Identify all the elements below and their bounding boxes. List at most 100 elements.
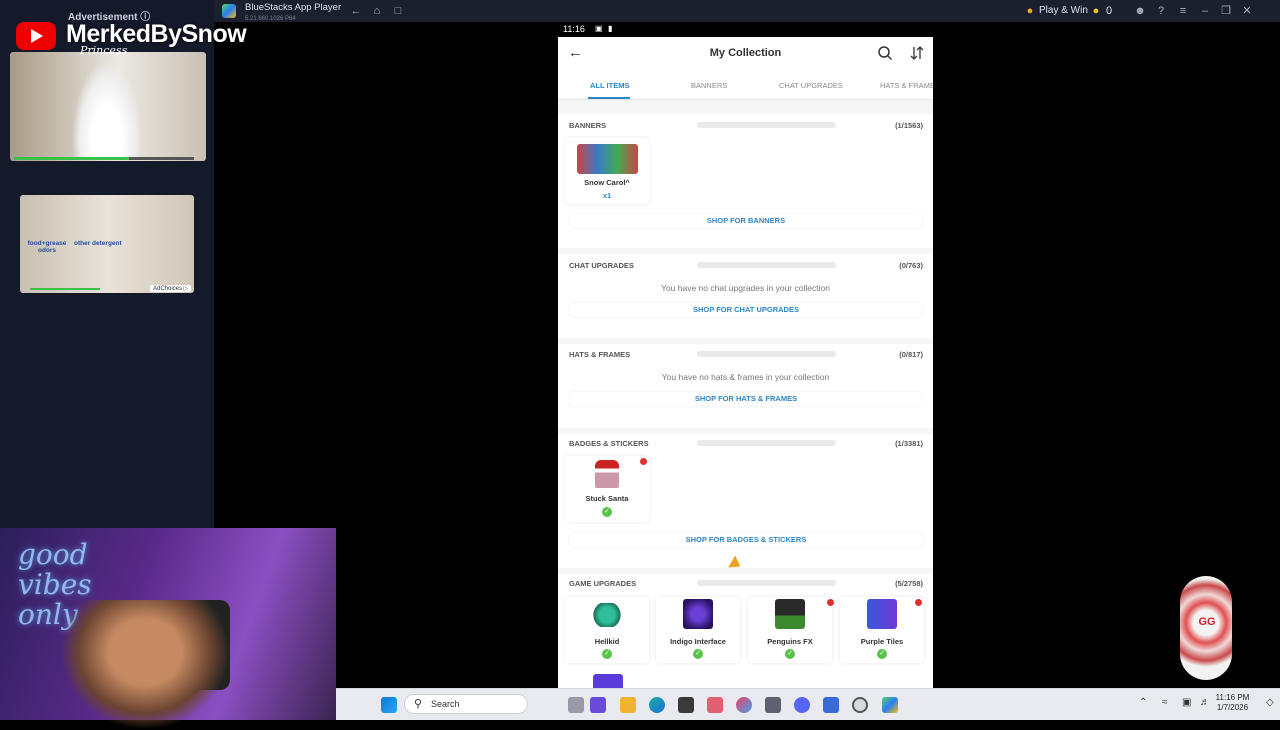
app-icon-2[interactable]	[736, 697, 752, 713]
notepad-icon[interactable]	[823, 697, 839, 713]
poker-chip-overlay	[1180, 576, 1232, 680]
owned-check-icon: ✓	[785, 649, 795, 659]
phone-screen: ← My Collection ALL ITEMS BANNERS CHAT U…	[558, 37, 933, 688]
tab-hats-frames[interactable]: HATS & FRAMES	[880, 81, 933, 90]
shop-banners-button[interactable]: SHOP FOR BANNERS	[569, 214, 923, 228]
bluestacks-taskbar-icon[interactable]	[882, 697, 898, 713]
help-icon[interactable]: ?	[1153, 3, 1169, 19]
search-icon[interactable]	[877, 45, 893, 61]
item-stuck-santa[interactable]: Stuck Santa ✓	[565, 456, 649, 522]
empty-message: You have no chat upgrades in your collec…	[661, 283, 830, 293]
restore-icon[interactable]: ❐	[1218, 3, 1234, 19]
close-icon[interactable]: ✕	[1239, 3, 1255, 19]
task-view-icon[interactable]	[568, 697, 584, 713]
section-count: (0/817)	[899, 350, 923, 359]
section-hats-frames: HATS & FRAMES (0/817) You have no hats &…	[558, 344, 933, 428]
edge-icon[interactable]	[649, 697, 665, 713]
section-title: CHAT UPGRADES	[569, 261, 634, 270]
shop-badges-stickers-button[interactable]: SHOP FOR BADGES & STICKERS	[569, 533, 923, 547]
progress-bar	[697, 440, 836, 446]
item-penguins-fx[interactable]: Penguins FX ✓	[748, 597, 834, 663]
bluestacks-titlebar: BlueStacks App Player 5.21.660.1026 P64 …	[214, 0, 1280, 22]
lock-icon: ▮	[608, 24, 613, 33]
taskbar-clock[interactable]: 11:16 PM 1/7/2026	[1210, 693, 1255, 713]
partial-item-thumbnail[interactable]	[593, 674, 623, 688]
section-banners: BANNERS (1/1563) Snow Carol^ x1 SHOP FOR…	[558, 114, 933, 248]
progress-bar	[697, 351, 836, 357]
discord-icon[interactable]	[794, 697, 810, 713]
play-win-icon: ●	[1026, 5, 1034, 17]
ad-video-1[interactable]	[10, 52, 206, 161]
adchoices-link[interactable]: AdChoices ▷	[150, 285, 192, 292]
settings-icon[interactable]	[765, 697, 781, 713]
new-badge-dot	[827, 599, 834, 606]
streamer	[60, 600, 230, 730]
obs-icon[interactable]	[852, 697, 868, 713]
notifications-icon[interactable]: ◇	[1266, 697, 1274, 708]
taskbar-search[interactable]: Search	[404, 694, 528, 714]
start-icon[interactable]	[381, 697, 397, 713]
progress-bar	[697, 262, 836, 268]
section-count: (1/1563)	[895, 121, 923, 130]
banner-thumbnail	[577, 144, 638, 174]
widgets-icon[interactable]	[590, 697, 606, 713]
section-chat-upgrades: CHAT UPGRADES (0/763) You have no chat u…	[558, 254, 933, 338]
chip-text: GG	[1198, 616, 1216, 628]
empty-message: You have no hats & frames in your collec…	[661, 372, 830, 382]
ad2-progress	[30, 288, 100, 290]
search-glass-icon: ⚲	[414, 698, 423, 710]
network-icon[interactable]: ≈	[1162, 697, 1168, 708]
ad1-progress-fill	[14, 157, 129, 160]
section-title: HATS & FRAMES	[569, 350, 631, 359]
menu-icon[interactable]: ≡	[1175, 3, 1191, 19]
section-title: BANNERS	[569, 121, 607, 130]
coin-count: 0	[1106, 5, 1113, 17]
purple-tiles-thumbnail	[867, 599, 897, 629]
back-nav-icon[interactable]: ←	[348, 3, 364, 19]
section-count: (0/763)	[899, 261, 923, 270]
file-explorer-icon[interactable]	[620, 697, 636, 713]
section-badges-stickers: BADGES & STICKERS (1/3381) Stuck Santa ✓…	[558, 434, 933, 568]
item-snow-carol[interactable]: Snow Carol^ x1	[565, 138, 649, 204]
tab-banners[interactable]: BANNERS	[691, 81, 727, 90]
new-badge-dot	[640, 458, 647, 465]
item-name: Purple Tiles	[860, 637, 904, 646]
item-name: Hellkid	[594, 637, 620, 646]
sort-icon[interactable]	[909, 45, 925, 61]
minimize-icon[interactable]: –	[1197, 3, 1213, 19]
ad2-text-1: food+grease odors	[27, 240, 67, 254]
item-indigo-interface[interactable]: Indigo Interface ✓	[656, 597, 740, 663]
section-game-upgrades: GAME UPGRADES (5/2758) Hellkid ✓ Indigo …	[558, 574, 933, 688]
app-icon-1[interactable]	[707, 697, 723, 713]
clock-time: 11:16 PM	[1215, 693, 1250, 702]
section-count: (5/2758)	[895, 579, 923, 588]
phone-status-bar: 11:16 ▣ ▮	[558, 22, 933, 37]
item-qty: x1	[602, 191, 612, 200]
tab-all-items[interactable]: ALL ITEMS	[590, 81, 629, 90]
coin-icon: ●	[1092, 5, 1100, 17]
volume-icon[interactable]: ♬	[1200, 697, 1210, 708]
item-name: Stuck Santa	[585, 494, 629, 503]
notification-icon: ▣	[595, 24, 603, 33]
progress-bar	[697, 580, 836, 586]
play-win-button[interactable]: Play & Win	[1039, 3, 1088, 19]
avatar[interactable]: ☻	[1132, 3, 1148, 19]
app-version: 5.21.660.1026 P64	[245, 16, 296, 22]
bluestacks-logo-icon	[222, 4, 236, 18]
clock-date: 1/7/2026	[1216, 703, 1249, 712]
shop-hats-frames-button[interactable]: SHOP FOR HATS & FRAMES	[569, 392, 923, 406]
item-purple-tiles[interactable]: Purple Tiles ✓	[840, 597, 924, 663]
store-icon[interactable]	[678, 697, 694, 713]
recent-apps-icon[interactable]: □	[390, 3, 406, 19]
item-hellkid[interactable]: Hellkid ✓	[565, 597, 649, 663]
shop-chat-upgrades-button[interactable]: SHOP FOR CHAT UPGRADES	[569, 303, 923, 317]
section-title: GAME UPGRADES	[569, 579, 637, 588]
indigo-thumbnail	[683, 599, 713, 629]
status-time: 11:16	[563, 24, 585, 34]
tray-chevron-icon[interactable]: ⌃	[1139, 697, 1147, 708]
app-bar: ← My Collection	[558, 37, 933, 70]
display-icon[interactable]: ▣	[1182, 697, 1191, 708]
tab-chat-upgrades[interactable]: CHAT UPGRADES	[779, 81, 843, 90]
hellkid-thumbnail	[592, 603, 622, 627]
home-icon[interactable]: ⌂	[369, 3, 385, 19]
